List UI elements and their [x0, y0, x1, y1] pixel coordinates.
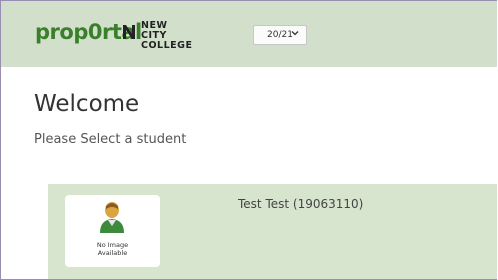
person-icon [100, 202, 124, 233]
student-name[interactable]: Test Test (19063110) [238, 197, 363, 211]
page-title: Welcome [34, 91, 140, 117]
chevron-down-icon [291, 29, 299, 40]
student-photo-placeholder[interactable]: No Image Available [65, 195, 160, 267]
page-subtitle: Please Select a student [34, 132, 187, 147]
year-select-value: 20/21 [267, 30, 293, 40]
college-name-line1: NEW CITY [141, 20, 168, 41]
page-frame: prop0rtal NEW CITY COLLEGE 20/21 Welcome… [0, 0, 497, 280]
header-bar: prop0rtal NEW CITY COLLEGE 20/21 [1, 1, 497, 67]
college-name-line2: COLLEGE [141, 40, 193, 51]
academic-year-select[interactable]: 20/21 [253, 25, 307, 45]
college-mark-icon [123, 25, 135, 39]
no-image-label: No Image [96, 241, 129, 249]
available-label: Available [97, 249, 128, 257]
